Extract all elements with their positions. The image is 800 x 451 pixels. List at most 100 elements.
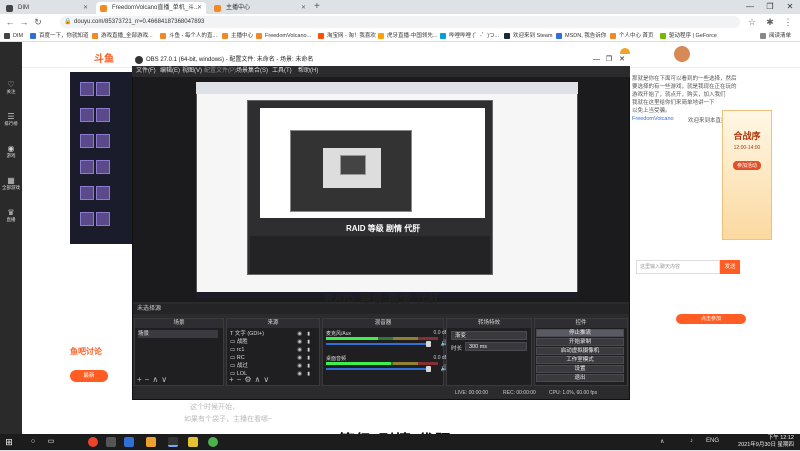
nav-item-follow[interactable]: ♡ 关注 — [0, 80, 22, 95]
event-ad-banner[interactable]: 合战序 12:00-14:00 参加活动 — [722, 110, 772, 240]
lock-icon[interactable]: ▮ — [307, 346, 310, 354]
eye-icon[interactable]: ◉ — [297, 346, 302, 354]
chrome-taskbar-icon[interactable] — [208, 437, 218, 447]
bookmark-item[interactable]: DIM — [4, 31, 23, 41]
menu-tools[interactable]: 工具(T) — [272, 66, 292, 77]
bookmark-item[interactable]: 欢迎来到 Steam — [504, 31, 552, 41]
menu-view[interactable]: 视图(V) — [182, 66, 202, 77]
tray-chevron-icon[interactable]: ∧ — [660, 438, 664, 445]
lock-icon[interactable]: ▮ — [307, 338, 310, 346]
menu-icon[interactable]: ⋮ — [782, 16, 794, 28]
close-icon[interactable]: ✕ — [197, 2, 202, 14]
menu-scene-collection[interactable]: 场景集合(S) — [236, 66, 268, 77]
chevron-down-icon[interactable]: ∨ — [263, 375, 272, 384]
menu-file[interactable]: 文件(F) — [136, 66, 156, 77]
minimize-icon[interactable]: — — [593, 54, 600, 66]
app-icon[interactable] — [188, 437, 198, 447]
add-icon[interactable]: + — [229, 375, 237, 384]
eye-icon[interactable]: ◉ — [297, 338, 302, 346]
exit-button[interactable]: 退出 — [536, 374, 624, 382]
start-virtual-camera-button[interactable]: 启动虚拟摄像机 — [536, 347, 624, 355]
fishbar-tab-latest[interactable]: 最新 — [70, 370, 108, 382]
source-item[interactable]: ▭ rc1 ◉ ▮ — [230, 346, 310, 354]
nav-item-live[interactable]: ♛ 直播 — [0, 208, 22, 223]
star-icon[interactable]: ☆ — [746, 16, 758, 28]
reload-icon[interactable]: ↻ — [32, 16, 44, 28]
minimize-icon[interactable]: — — [740, 0, 760, 14]
bookmark-item[interactable]: 游戏直播_全部游戏... — [92, 31, 153, 41]
menu-edit[interactable]: 编辑(E) — [160, 66, 180, 77]
source-item[interactable]: T 文字 (GDI+) ◉ ▮ — [230, 330, 310, 338]
nav-item-rank[interactable]: ☰ 排行榜 — [0, 112, 22, 127]
transition-select[interactable]: 渐变 — [451, 331, 527, 340]
streamer-link[interactable]: FreedomVolcano — [632, 116, 674, 122]
bookmark-item[interactable]: 主播中心 — [222, 31, 253, 41]
chevron-down-icon[interactable]: ∨ — [161, 375, 170, 384]
bookmark-item[interactable]: 哔哩哔哩 (゜-゜)つ... — [440, 31, 499, 41]
task-view-icon[interactable]: ▭ — [46, 437, 56, 447]
system-clock[interactable]: 下午 12:12 2021年9月30日 星期四 — [738, 435, 794, 449]
close-icon[interactable]: ✕ — [301, 2, 306, 14]
menu-help[interactable]: 帮助(H) — [298, 66, 318, 77]
volume-slider[interactable] — [326, 368, 430, 370]
tab-dim[interactable]: DIM ✕ — [2, 2, 92, 14]
lock-icon[interactable]: ▮ — [307, 330, 310, 338]
chevron-up-icon[interactable]: ∧ — [152, 375, 161, 384]
lock-icon[interactable]: ▮ — [307, 370, 310, 378]
nav-item-all-games[interactable]: ▦ 全部游戏 — [0, 176, 22, 191]
bookmark-item[interactable]: 个人中心 首页 — [610, 31, 654, 41]
address-bar[interactable]: 🔒 douyu.com/85373721_rr=0.46684187368047… — [60, 16, 740, 28]
eye-icon[interactable]: ◉ — [297, 362, 302, 370]
extensions-icon[interactable]: ✱ — [764, 16, 776, 28]
app-icon[interactable] — [106, 437, 116, 447]
windows-start-icon[interactable]: ⊞ — [4, 437, 14, 447]
speaker-icon[interactable]: ♪ — [690, 438, 693, 444]
nav-item-games[interactable]: ◉ 游戏 — [0, 144, 22, 159]
eye-icon[interactable]: ◉ — [297, 354, 302, 362]
chat-input[interactable]: 这里输入聊天内容 — [636, 260, 720, 274]
close-window-icon[interactable]: ✕ — [619, 54, 625, 66]
source-item[interactable]: ▭ RC ◉ ▮ — [230, 354, 310, 362]
stop-streaming-button[interactable]: 停止推流 — [536, 329, 624, 337]
ad-button[interactable]: 参加活动 — [732, 161, 761, 170]
lock-icon[interactable]: ▮ — [307, 362, 310, 370]
obs-taskbar-icon[interactable] — [168, 437, 178, 447]
new-tab-button[interactable]: + — [314, 1, 320, 12]
settings-button[interactable]: 设置 — [536, 365, 624, 373]
bookmark-item[interactable]: 虎牙直播-中国领先... — [378, 31, 437, 41]
eye-icon[interactable]: ◉ — [297, 330, 302, 338]
bookmark-item[interactable]: 百度一下，你就知道 — [30, 31, 89, 41]
gear-icon[interactable]: ⚙ — [244, 375, 254, 384]
lock-icon[interactable]: ▮ — [307, 354, 310, 362]
menu-profile[interactable]: 配置文件(P) — [204, 66, 236, 77]
tab-streamer-center[interactable]: 主播中心 ✕ — [210, 2, 310, 14]
reading-list[interactable]: 阅读清单 — [760, 31, 791, 41]
app-icon[interactable] — [146, 437, 156, 447]
language-indicator[interactable]: ENG — [706, 438, 719, 444]
start-recording-button[interactable]: 开始录制 — [536, 338, 624, 346]
add-icon[interactable]: + — [137, 375, 145, 384]
bookmark-item[interactable]: FreedomVolcano... — [256, 31, 311, 41]
app-icon[interactable] — [88, 437, 98, 447]
duration-input[interactable]: 300 ms — [465, 342, 527, 351]
send-button[interactable]: 发送 — [720, 260, 740, 274]
scene-item[interactable]: 场景 — [138, 330, 218, 338]
bookmark-item[interactable]: 淘宝网 - 淘！我喜欢 — [318, 31, 376, 41]
studio-mode-button[interactable]: 工作室模式 — [536, 356, 624, 364]
bookmark-item[interactable]: 驱动程序 | GeForce — [660, 31, 717, 41]
forward-icon[interactable]: → — [18, 16, 30, 28]
close-icon[interactable]: ✕ — [83, 2, 88, 14]
back-icon[interactable]: ← — [4, 16, 16, 28]
promo-badge[interactable]: 点击参加 — [676, 314, 746, 324]
source-item[interactable]: ▭ 战胜 ◉ ▮ — [230, 338, 310, 346]
bookmark-item[interactable]: MSDN, 我告诉你 — [556, 31, 606, 41]
avatar[interactable] — [674, 46, 690, 62]
douyu-logo-icon[interactable]: 斗鱼 — [94, 50, 114, 65]
volume-slider-handle[interactable] — [426, 366, 431, 372]
bookmark-item[interactable]: 斗鱼 - 每个人的直... — [160, 31, 217, 41]
source-item[interactable]: ▭ 战过 ◉ ▮ — [230, 362, 310, 370]
search-icon[interactable]: ○ — [28, 437, 38, 447]
eye-icon[interactable]: ◉ — [297, 370, 302, 378]
volume-slider-handle[interactable] — [426, 341, 431, 347]
maximize-icon[interactable]: ❐ — [606, 54, 612, 66]
